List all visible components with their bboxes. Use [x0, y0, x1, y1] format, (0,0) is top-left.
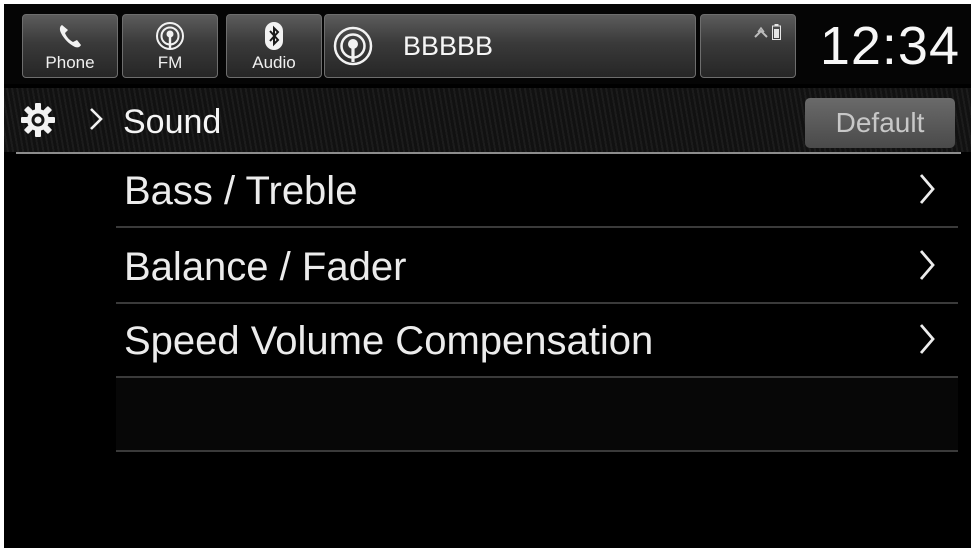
- bluetooth-icon: [265, 22, 283, 50]
- chevron-right-icon: [919, 174, 935, 204]
- battery-icon: [772, 24, 781, 40]
- list-item-speed-volume-compensation[interactable]: Speed Volume Compensation: [116, 304, 958, 378]
- chevron-right-icon: [90, 108, 103, 130]
- chevron-right-icon: [919, 250, 935, 280]
- list-item-label: Bass / Treble: [124, 169, 358, 213]
- status-indicator-area: [700, 14, 796, 78]
- phone-icon: [59, 25, 81, 48]
- breadcrumb: Sound Default: [4, 88, 971, 152]
- list-item-bass-treble[interactable]: Bass / Treble: [116, 154, 958, 228]
- infotainment-screen: Phone FM Audio BBBBB 12:34 Sound Default…: [4, 4, 971, 548]
- list-item-empty: [116, 378, 958, 452]
- fm-button[interactable]: FM: [122, 14, 218, 78]
- list-item-label: Balance / Fader: [124, 245, 407, 289]
- phone-label: Phone: [45, 53, 95, 72]
- status-bar: Phone FM Audio BBBBB 12:34: [4, 4, 971, 84]
- phone-button[interactable]: Phone: [22, 14, 118, 78]
- radio-fm-icon: [333, 26, 373, 66]
- list-item-balance-fader[interactable]: Balance / Fader: [116, 230, 958, 304]
- audio-label: Audio: [252, 53, 296, 72]
- fm-label: FM: [157, 53, 183, 72]
- gear-icon[interactable]: [20, 102, 56, 138]
- radio-fm-icon: [156, 22, 184, 50]
- audio-button[interactable]: Audio: [226, 14, 322, 78]
- station-name: BBBBB: [403, 31, 494, 61]
- signal-icon: [754, 26, 768, 38]
- chevron-right-icon: [919, 324, 935, 354]
- page-title: Sound: [123, 103, 222, 141]
- now-playing-source[interactable]: BBBBB: [324, 14, 696, 78]
- list-item-label: Speed Volume Compensation: [124, 319, 654, 363]
- default-button[interactable]: Default: [805, 98, 955, 148]
- clock: 12:34: [819, 16, 960, 76]
